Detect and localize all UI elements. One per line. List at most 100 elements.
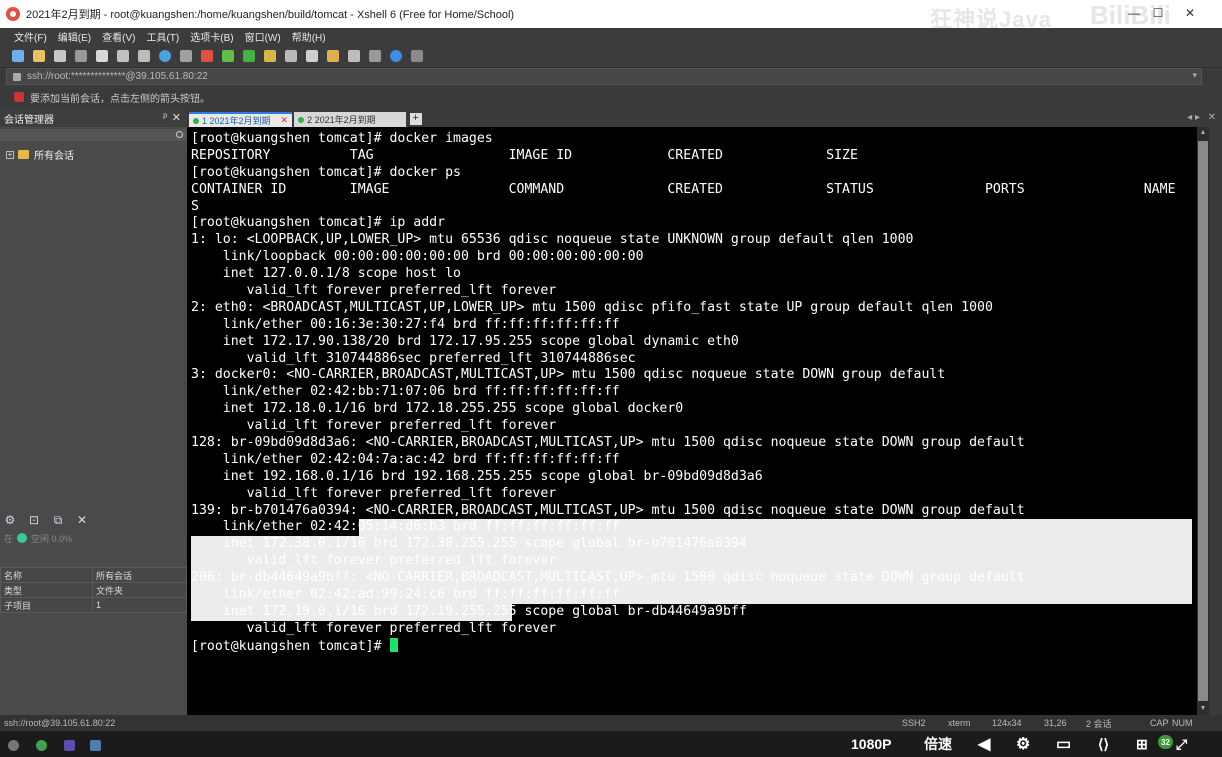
copy-icon[interactable] (138, 49, 150, 62)
pin-icon[interactable]: ᵖ (163, 112, 167, 123)
message-icon[interactable] (411, 49, 423, 62)
terminal-line: valid_lft forever preferred_lft forever (191, 485, 557, 501)
close-panel-icon[interactable]: ✕ (172, 111, 181, 124)
terminal-line: inet 172.18.0.1/16 brd 172.18.255.255 sc… (191, 401, 684, 417)
idle-label: 空闲 0.0% (31, 533, 73, 544)
session-manager-header: 会话管理器 ᵖ ✕ (0, 110, 187, 127)
table-row: 子项目 1 (0, 597, 187, 613)
xftp-icon[interactable] (201, 49, 213, 62)
chevron-down-icon[interactable]: ▾ (1192, 70, 1197, 81)
scrollbar-thumb[interactable] (1198, 141, 1208, 701)
minimize-button[interactable]: — (1124, 6, 1144, 20)
webfullscreen-icon[interactable]: ⊞ (1136, 731, 1148, 757)
terminal-line: inet 127.0.0.1/8 scope host lo (191, 266, 461, 282)
tab-label: 2 2021年2月到期 (307, 115, 376, 125)
protocol-status: SSH2 (902, 718, 926, 728)
terminal-line: inet 172.19.0.1/16 brd 172.19.255.255 sc… (191, 603, 747, 619)
maximize-button[interactable]: ☐ (1148, 6, 1168, 20)
property-value: 所有会话 (92, 567, 187, 583)
status-bar: ssh://root@39.105.61.80:22 SSH2 xterm 12… (0, 715, 1222, 731)
font-icon[interactable] (180, 49, 192, 62)
terminal-line: valid_lft forever preferred_lft forever (191, 283, 557, 299)
settings-icon[interactable]: ⚙ (4, 514, 16, 526)
lock-icon (13, 72, 21, 81)
menu-item[interactable]: 工具(T) (146, 29, 179, 44)
close-icon[interactable]: ✕ (76, 514, 88, 526)
hint-text: 要添加当前会话，点击左侧的箭头按钮。 (30, 93, 210, 105)
disconnect-icon[interactable] (75, 49, 87, 62)
menu-item[interactable]: 文件(F) (14, 29, 47, 44)
menu-bar: 文件(F) 编辑(E) 查看(V) 工具(T) 选项卡(B) 窗口(W) 帮助(H) (0, 28, 1222, 44)
bookmark-icon[interactable] (14, 92, 24, 102)
title-bar: 2021年2月到期 - root@kuangshen:/home/kuangsh… (0, 0, 1222, 32)
lock-session-icon[interactable]: ⊡ (28, 514, 40, 526)
add-tab-button[interactable]: + (409, 113, 422, 125)
terminal-scrollbar[interactable]: ▲ ▼ (1197, 127, 1209, 715)
menu-item[interactable]: 帮助(H) (292, 29, 326, 44)
tab-session-1[interactable]: 1 2021年2月到期 ✕ (189, 112, 293, 127)
terminal-line: 2: eth0: <BROADCAST,MULTICAST,UP,LOWER_U… (191, 299, 993, 315)
help-icon[interactable] (390, 49, 402, 62)
property-key: 类型 (0, 582, 93, 598)
close-icon[interactable]: ✕ (1208, 112, 1216, 123)
widescreen-icon[interactable]: ⟨⟩ (1098, 731, 1109, 757)
lock-icon[interactable] (264, 49, 276, 62)
terminal-view[interactable]: [root@kuangshen tomcat]# docker images RE… (187, 127, 1197, 715)
keyboard-icon[interactable] (285, 49, 297, 62)
session-search-bar[interactable] (0, 129, 187, 141)
menu-item[interactable]: 查看(V) (102, 29, 135, 44)
terminal-line: 206: br-db44649a9bff: <NO-CARRIER,BROADC… (191, 570, 1025, 586)
session-actions: ⚙ ⊡ ⧉ ✕ (0, 510, 187, 530)
close-tab-icon[interactable]: ✕ (281, 115, 289, 126)
tab-nav-arrows-icon[interactable]: ◂ ▸ (1187, 112, 1200, 123)
start-icon[interactable] (8, 740, 19, 751)
open-folder-icon[interactable] (33, 49, 45, 62)
picture-in-picture-icon[interactable]: ▭ (1056, 731, 1071, 757)
terminal-line: [root@kuangshen tomcat]# docker ps (191, 164, 461, 180)
find-icon[interactable] (117, 49, 129, 62)
globe-icon[interactable] (159, 49, 171, 62)
terminal-line: link/ether 02:42:04:7a:ac:42 brd ff:ff:f… (191, 451, 620, 467)
xshell-logo-icon (6, 7, 20, 21)
property-value: 文件夹 (92, 582, 187, 598)
scroll-down-icon[interactable]: ▼ (1197, 703, 1209, 715)
vscode-icon[interactable] (64, 740, 75, 751)
search-icon[interactable] (176, 131, 183, 138)
xshell-taskbar-icon[interactable] (90, 740, 101, 751)
tab-session-2[interactable]: 2 2021年2月到期 (294, 112, 406, 127)
chrome-icon[interactable] (36, 740, 47, 751)
properties-icon[interactable] (96, 49, 108, 62)
expand-icon[interactable]: + (6, 150, 14, 159)
link-icon[interactable]: ⧉ (52, 514, 64, 526)
status-indicator-icon (17, 533, 28, 543)
tree-item-all-sessions[interactable]: + 所有会话 (6, 147, 181, 162)
settings-icon[interactable]: ⚙ (1016, 731, 1030, 757)
tab-icon[interactable] (348, 49, 360, 62)
video-control-bar: 1080P 倍速 ◀ ⚙ ▭ ⟨⟩ ⊞ ⤢ 32 (0, 731, 1222, 757)
scroll-up-icon[interactable]: ▲ (1197, 127, 1209, 139)
terminal-line: REPOSITORY TAG IMAGE ID CREATED SIZE (191, 147, 858, 163)
volume-icon[interactable]: ◀ (978, 731, 990, 757)
speed-button[interactable]: 倍速 (924, 731, 952, 757)
layout-icon[interactable] (327, 49, 339, 62)
terminal-line: link/ether 00:16:3e:30:27:f4 brd ff:ff:f… (191, 316, 620, 332)
fullscreen-icon[interactable] (243, 49, 255, 62)
quality-button[interactable]: 1080P (851, 731, 891, 757)
address-bar[interactable]: ssh://root:**************@39.105.61.80:2… (6, 68, 1202, 85)
compose-icon[interactable] (306, 49, 318, 62)
chat-icon[interactable] (369, 49, 381, 62)
xmanager-icon[interactable] (222, 49, 234, 62)
fullscreen-icon[interactable]: ⤢ (1176, 731, 1187, 757)
close-button[interactable]: ✕ (1180, 6, 1200, 20)
menu-item[interactable]: 选项卡(B) (190, 29, 233, 44)
tree-item-label: 所有会话 (34, 151, 74, 162)
new-session-icon[interactable] (12, 49, 24, 62)
terminal-line: valid_lft 310744886sec preferred_lft 310… (191, 350, 636, 366)
menu-item[interactable]: 编辑(E) (58, 29, 91, 44)
menu-item[interactable]: 窗口(W) (245, 29, 281, 44)
address-value[interactable]: ssh://root:**************@39.105.61.80:2… (27, 71, 208, 82)
terminal-line: link/ether 02:42:05:14:d6:b3 brd ff:ff:f… (191, 519, 620, 535)
toolbar (0, 44, 1222, 68)
connect-icon[interactable] (54, 49, 66, 62)
terminal-line: valid_lft forever preferred_lft forever (191, 620, 557, 636)
